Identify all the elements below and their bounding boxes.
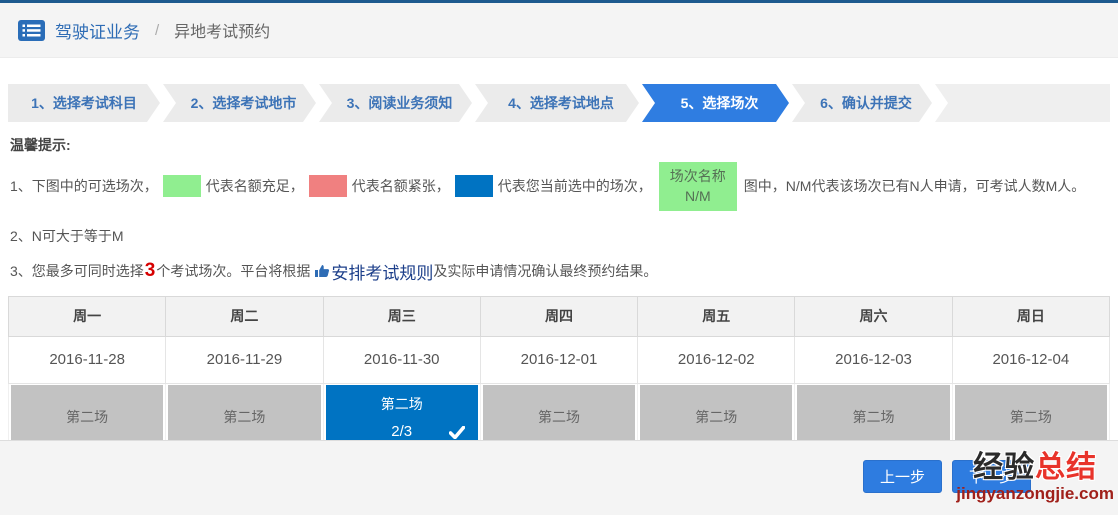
tip1-text-end: 图中，N/M代表该场次已有N人申请，可考试人数M人。 [744,176,1085,196]
weekday-header-row: 周一周二周三周四周五周六周日 [9,296,1110,336]
step-4[interactable]: 4、选择考试地点 [475,84,639,122]
weekday-header: 周四 [480,296,637,336]
session-option-selected[interactable]: 第二场 2/3 [326,385,478,449]
breadcrumb-section[interactable]: 驾驶证业务 [55,18,140,43]
session-option[interactable]: 第二场 [640,385,792,449]
list-icon [18,20,45,41]
step-6[interactable]: 6、确认并提交 [792,84,932,122]
next-step-button[interactable]: 下一步 [952,460,1031,493]
footer-bar: 上一步 下一步 [0,440,1118,515]
step-3[interactable]: 3、阅读业务须知 [319,84,472,122]
session-name: 第二场 [381,394,423,414]
previous-step-button[interactable]: 上一步 [863,460,942,493]
step-2[interactable]: 2、选择考试地市 [163,84,316,122]
tip3-text-end: 及实际申请情况确认最终预约结果。 [433,261,657,281]
legend-blue-swatch [455,175,493,197]
exam-rules-link[interactable]: 安排考试规则 [331,259,433,284]
check-icon [449,426,465,439]
breadcrumb-separator: / [155,22,159,39]
step-1[interactable]: 1、选择考试科目 [8,84,160,122]
tip-line-1: 1、下图中的可选场次， 代表名额充足， 代表名额紧张， 代表您当前选中的场次， … [10,162,1108,211]
weekday-header: 周五 [638,296,795,336]
tip-line-2: 2、N可大于等于M [10,226,1108,246]
date-cell: 2016-11-30 [323,336,480,383]
step-bar: 1、选择考试科目2、选择考试地市3、阅读业务须知4、选择考试地点5、选择场次6、… [8,84,1110,122]
date-cell: 2016-11-29 [166,336,323,383]
breadcrumb: 驾驶证业务 / 异地考试预约 [0,3,1118,58]
weekday-header: 周一 [9,296,166,336]
date-cell: 2016-12-01 [480,336,637,383]
footer-buttons: 上一步 下一步 [0,460,1118,493]
date-cell: 2016-12-03 [795,336,952,383]
weekday-header: 周二 [166,296,323,336]
session-count: 2/3 [391,423,412,440]
sample-box-session-name: 场次名称 [659,166,737,186]
breadcrumb-page-title: 异地考试预约 [174,18,270,42]
weekday-header: 周六 [795,296,952,336]
date-cell: 2016-11-28 [9,336,166,383]
tip1-text-start: 1、下图中的可选场次， [10,176,158,196]
date-cell: 2016-12-04 [952,336,1109,383]
session-option[interactable]: 第二场 [483,385,635,449]
legend-green-label: 代表名额充足， [206,176,304,196]
session-option[interactable]: 第二场 [797,385,949,449]
step-5-active[interactable]: 5、选择场次 [642,84,789,122]
tip3-text-mid: 个考试场次。平台将根据 [156,261,310,281]
tip-line-3: 3、您最多可同时选择 3 个考试场次。平台将根据 安排考试规则 及实际申请情况确… [10,259,1108,284]
tip3-text-start: 3、您最多可同时选择 [10,261,144,281]
session-option[interactable]: 第二场 [955,385,1107,449]
legend-sample-box: 场次名称 N/M [659,162,737,211]
thumb-up-icon [314,263,330,279]
date-cell: 2016-12-02 [638,336,795,383]
legend-red-swatch [309,175,347,197]
session-option[interactable]: 第二场 [168,385,320,449]
tips-title: 温馨提示: [10,135,1108,155]
legend-green-swatch [163,175,201,197]
schedule-table: 周一周二周三周四周五周六周日 2016-11-282016-11-292016-… [8,296,1110,451]
weekday-header: 周日 [952,296,1109,336]
legend-red-label: 代表名额紧张， [352,176,450,196]
weekday-header: 周三 [323,296,480,336]
step-bar-filler [935,84,1110,122]
max-sessions-number: 3 [145,260,156,282]
sample-box-ratio: N/M [659,186,737,206]
session-option[interactable]: 第二场 [11,385,163,449]
tips-section: 温馨提示: 1、下图中的可选场次， 代表名额充足， 代表名额紧张， 代表您当前选… [0,135,1118,284]
legend-blue-label: 代表您当前选中的场次， [498,176,652,196]
date-row: 2016-11-282016-11-292016-11-302016-12-01… [9,336,1110,383]
